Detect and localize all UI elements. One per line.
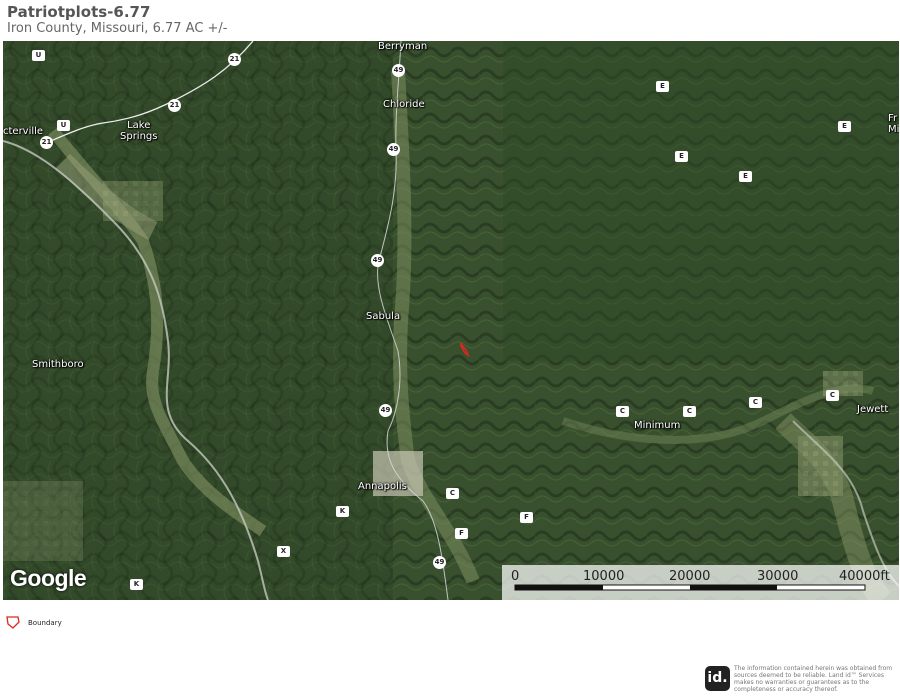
route-c-shield: C bbox=[616, 406, 629, 417]
route-k-shield: K bbox=[336, 506, 349, 517]
route-e-shield: E bbox=[739, 171, 752, 182]
route-c-shield: C bbox=[446, 488, 459, 499]
route-u-shield: U bbox=[32, 50, 45, 61]
route-21-shield: 21 bbox=[40, 136, 53, 149]
place-lake-springs: Lake Springs bbox=[120, 120, 158, 142]
satellite-map[interactable]: Berryman Chloride Lake Springs cterville… bbox=[3, 41, 899, 600]
map-title: Patriotplots-6.77 bbox=[7, 3, 151, 21]
scale-ruler bbox=[514, 584, 866, 591]
boundary-swatch-icon bbox=[6, 616, 20, 629]
route-49-shield: 49 bbox=[371, 254, 384, 267]
place-edge-town: Fr Mi bbox=[888, 113, 899, 135]
route-c-shield: C bbox=[683, 406, 696, 417]
route-49-shield: 49 bbox=[392, 64, 405, 77]
map-subtitle: Iron County, Missouri, 6.77 AC +/- bbox=[7, 21, 228, 36]
scale-bar: 0 10000 20000 30000 40000ft bbox=[502, 565, 899, 600]
route-21-shield: 21 bbox=[168, 99, 181, 112]
place-centerville: cterville bbox=[3, 126, 44, 137]
route-c-shield: C bbox=[826, 390, 839, 401]
route-k-shield: K bbox=[130, 579, 143, 590]
route-49-shield: 49 bbox=[379, 404, 392, 417]
legend-label: Boundary bbox=[28, 619, 62, 627]
route-f-shield: F bbox=[455, 528, 468, 539]
route-f-shield: F bbox=[520, 512, 533, 523]
place-annapolis: Annapolis bbox=[358, 481, 407, 492]
route-49-shield: 49 bbox=[387, 143, 400, 156]
place-smithboro: Smithboro bbox=[32, 359, 84, 370]
route-21-shield: 21 bbox=[228, 53, 241, 66]
route-c-shield: C bbox=[749, 397, 762, 408]
place-jewett: Jewett bbox=[857, 404, 889, 415]
route-49-shield: 49 bbox=[433, 556, 446, 569]
place-sabula: Sabula bbox=[366, 311, 401, 322]
landid-logo: id. bbox=[705, 666, 730, 691]
route-x-shield: X bbox=[277, 546, 290, 557]
place-chloride: Chloride bbox=[383, 99, 425, 110]
place-minimum: Minimum bbox=[634, 420, 681, 431]
route-e-shield: E bbox=[838, 121, 851, 132]
route-e-shield: E bbox=[675, 151, 688, 162]
route-u-shield: U bbox=[57, 120, 70, 131]
google-logo: Google bbox=[10, 565, 87, 591]
place-berryman: Berryman bbox=[378, 41, 428, 52]
disclaimer-text: The information contained herein was obt… bbox=[734, 665, 893, 693]
map-legend: Boundary bbox=[5, 614, 62, 634]
route-e-shield: E bbox=[656, 81, 669, 92]
